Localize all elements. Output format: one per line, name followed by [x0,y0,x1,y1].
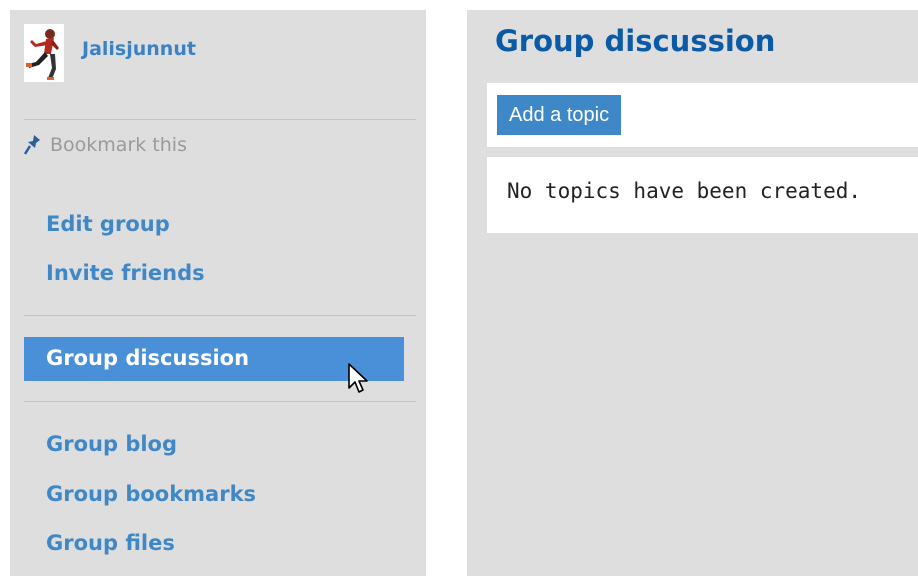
group-sidebar: Jalisjunnut Bookmark this Edit group Inv… [10,10,426,576]
main-content: Group discussion Add a topic No topics h… [467,10,918,576]
bookmark-label: Bookmark this [50,134,187,156]
group-name-link[interactable]: Jalisjunnut [82,38,196,60]
invite-friends-link[interactable]: Invite friends [46,261,205,285]
pushpin-icon [24,134,42,156]
divider [24,119,416,120]
topics-list: No topics have been created. [487,157,918,233]
column-gap [426,0,467,576]
group-header: Jalisjunnut [24,23,196,83]
add-topic-button[interactable]: Add a topic [497,95,622,135]
group-discussion-label: Group discussion [46,346,250,370]
topic-toolbar: Add a topic [487,83,918,147]
group-files-link[interactable]: Group files [46,531,175,555]
page-title: Group discussion [495,24,776,58]
divider [24,315,416,316]
group-bookmarks-link[interactable]: Group bookmarks [46,482,256,506]
bookmark-this-link[interactable]: Bookmark this [24,134,187,156]
runner-avatar-icon [24,24,64,82]
divider [24,401,416,402]
empty-state-message: No topics have been created. [507,179,862,203]
group-blog-link[interactable]: Group blog [46,432,177,456]
group-avatar[interactable] [24,24,64,82]
mouse-pointer-icon [347,362,371,400]
edit-group-link[interactable]: Edit group [46,212,170,236]
